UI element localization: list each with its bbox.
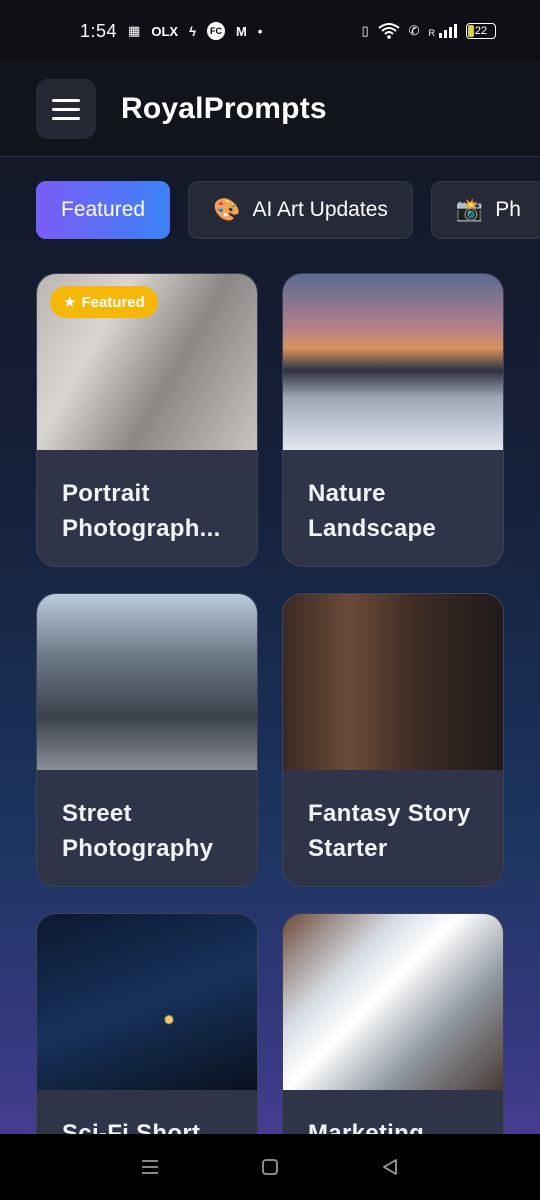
tab-label: Ph bbox=[495, 198, 521, 221]
card-title: Fantasy Story Starter bbox=[308, 800, 471, 862]
recents-icon[interactable] bbox=[138, 1155, 162, 1179]
badge-label: Featured bbox=[81, 293, 145, 311]
app-title: RoyalPrompts bbox=[121, 92, 327, 125]
menu-button[interactable] bbox=[36, 79, 96, 139]
card-title: Street Photography bbox=[62, 800, 214, 862]
dot-icon: • bbox=[257, 23, 263, 39]
call-icon: ✆ bbox=[408, 23, 420, 38]
fc-icon: FC bbox=[206, 22, 225, 40]
star-icon: ★ bbox=[63, 294, 77, 311]
card-title: Marketing bbox=[308, 1120, 425, 1135]
card-title: Sci-Fi Short bbox=[62, 1120, 201, 1135]
card-image bbox=[283, 914, 503, 1090]
tab-label: Featured bbox=[61, 198, 146, 221]
prompt-card[interactable]: Street Photography bbox=[36, 593, 258, 887]
battery-level: 22 bbox=[474, 25, 488, 37]
status-left: 1:54 ▦ OLX ϟ FC M • bbox=[80, 21, 262, 42]
wifi-icon bbox=[377, 23, 400, 39]
qr-icon: ▦ bbox=[128, 23, 141, 38]
tab-label: AI Art Updates bbox=[252, 198, 388, 221]
palette-icon: 🎨 bbox=[213, 197, 241, 222]
flash-icon: ϟ bbox=[189, 23, 196, 39]
battery-icon: 22 bbox=[466, 23, 496, 39]
featured-badge: ★ Featured bbox=[50, 286, 158, 318]
tab-featured[interactable]: Featured bbox=[36, 181, 171, 239]
tab-ai-art-updates[interactable]: 🎨 AI Art Updates bbox=[188, 181, 413, 239]
card-image bbox=[37, 594, 257, 770]
prompt-card[interactable]: Nature Landscape bbox=[282, 273, 504, 567]
card-image bbox=[283, 274, 503, 450]
signal-icon: R bbox=[428, 24, 457, 38]
card-image bbox=[283, 594, 503, 770]
roaming-label: R bbox=[428, 28, 436, 38]
card-title: Portrait Photograph... bbox=[62, 480, 221, 542]
hamburger-icon bbox=[52, 98, 80, 102]
olx-icon: OLX bbox=[151, 23, 179, 39]
prompt-card[interactable]: ★ Featured Portrait Photograph... bbox=[36, 273, 258, 567]
home-icon[interactable] bbox=[258, 1155, 282, 1179]
card-image: ★ Featured bbox=[37, 274, 257, 450]
status-time: 1:54 bbox=[80, 20, 118, 41]
status-right: ▯ ✆ R 22 bbox=[361, 22, 496, 40]
tab-photography[interactable]: 📸 Ph bbox=[430, 181, 540, 239]
app-header: RoyalPrompts bbox=[0, 62, 540, 157]
m-icon: M bbox=[235, 23, 247, 39]
category-tabs: Featured 🎨 AI Art Updates 📸 Ph bbox=[36, 181, 540, 241]
status-bar: 1:54 ▦ OLX ϟ FC M • ▯ ✆ R 22 bbox=[0, 0, 540, 62]
camera-icon: 📸 bbox=[455, 197, 484, 222]
card-title: Nature Landscape bbox=[308, 480, 437, 542]
prompt-grid: ★ Featured Portrait Photograph... Nature… bbox=[36, 273, 504, 1135]
prompt-card[interactable]: Sci-Fi Short bbox=[36, 913, 258, 1135]
prompt-card[interactable]: Fantasy Story Starter bbox=[282, 593, 504, 887]
system-nav-bar bbox=[0, 1134, 540, 1200]
vibrate-icon: ▯ bbox=[361, 23, 369, 38]
prompt-card[interactable]: Marketing bbox=[282, 913, 504, 1135]
card-image bbox=[37, 914, 257, 1090]
back-icon[interactable] bbox=[378, 1155, 402, 1179]
